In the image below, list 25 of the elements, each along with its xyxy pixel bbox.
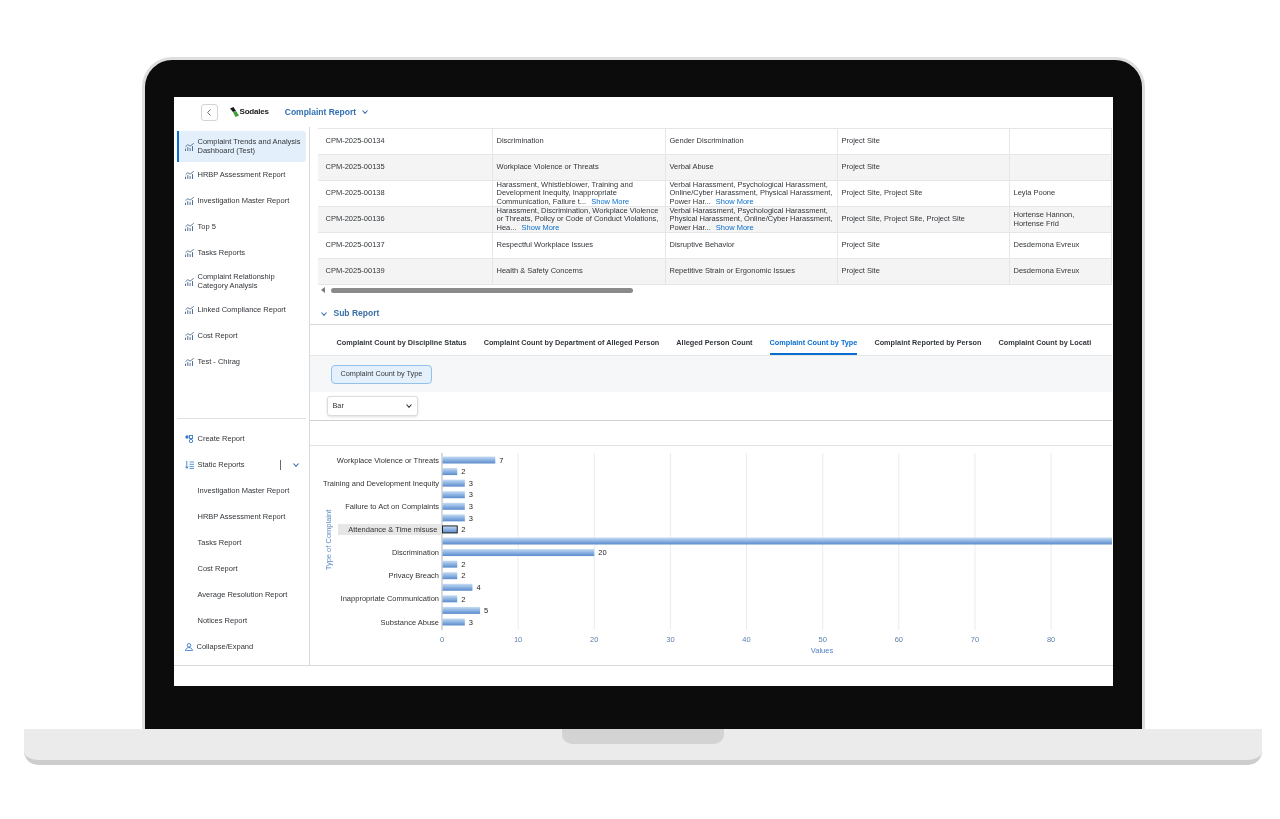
chart-icon <box>184 332 194 340</box>
shapes-icon <box>184 435 194 443</box>
person-icon <box>184 643 193 651</box>
chart-icon <box>184 277 194 286</box>
section-toggle[interactable]: Sub Report <box>320 307 380 320</box>
chevron-down-icon[interactable] <box>320 311 327 316</box>
chart-bar[interactable] <box>441 525 458 534</box>
scrollbar-thumb[interactable] <box>330 287 633 293</box>
caret-icon[interactable] <box>362 110 369 114</box>
sort-icon <box>184 461 194 469</box>
chart-icon <box>184 358 194 366</box>
logo-icon <box>229 107 239 117</box>
caret-icon <box>405 404 412 408</box>
back-button[interactable] <box>200 103 218 121</box>
chart-icon <box>184 171 194 179</box>
chart-icon <box>184 249 194 257</box>
report-title-dropdown[interactable]: Complaint Report <box>284 105 369 119</box>
triangle-left-icon[interactable] <box>320 287 325 293</box>
chart-icon <box>184 142 194 151</box>
chart-icon <box>184 306 194 314</box>
chevron-down-icon[interactable] <box>292 463 299 467</box>
logo-text: Sodales <box>239 106 269 118</box>
chevron-left-icon <box>207 108 211 116</box>
chart-icon <box>184 197 194 205</box>
chart-icon <box>184 223 194 231</box>
